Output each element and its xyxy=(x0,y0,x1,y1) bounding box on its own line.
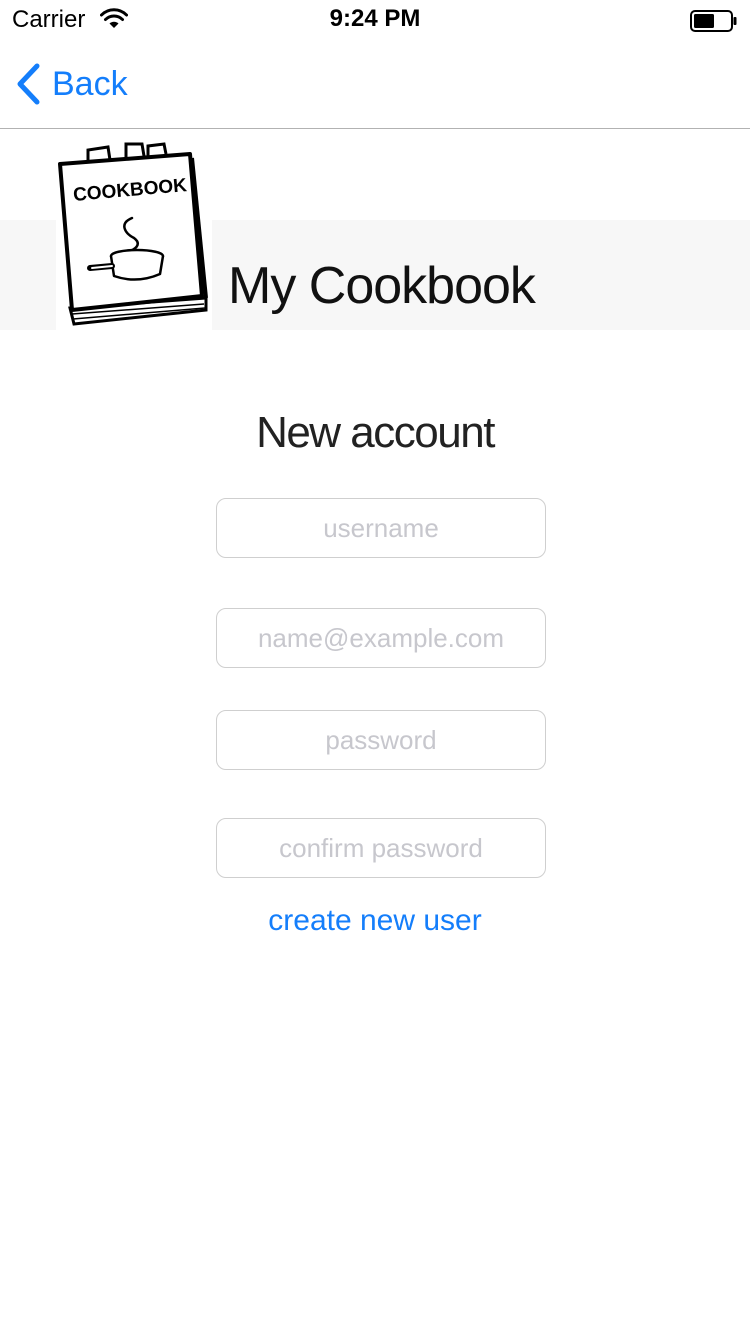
status-bar: Carrier 9:24 PM xyxy=(0,0,750,40)
form-title: New account xyxy=(256,408,495,457)
email-input[interactable] xyxy=(216,608,546,668)
password-input[interactable] xyxy=(216,710,546,770)
confirm-password-input[interactable] xyxy=(216,818,546,878)
back-label: Back xyxy=(52,64,128,103)
app-title: My Cookbook xyxy=(228,257,536,315)
cookbook-logo: COOKBOOK xyxy=(56,142,212,332)
back-button[interactable]: Back xyxy=(14,60,128,108)
status-time: 9:24 PM xyxy=(329,5,421,32)
create-user-button[interactable]: create new user xyxy=(0,904,750,938)
navigation-bar: Back xyxy=(0,40,750,129)
battery-icon xyxy=(690,10,737,32)
chevron-left-icon xyxy=(17,63,40,105)
username-input[interactable] xyxy=(216,498,546,558)
